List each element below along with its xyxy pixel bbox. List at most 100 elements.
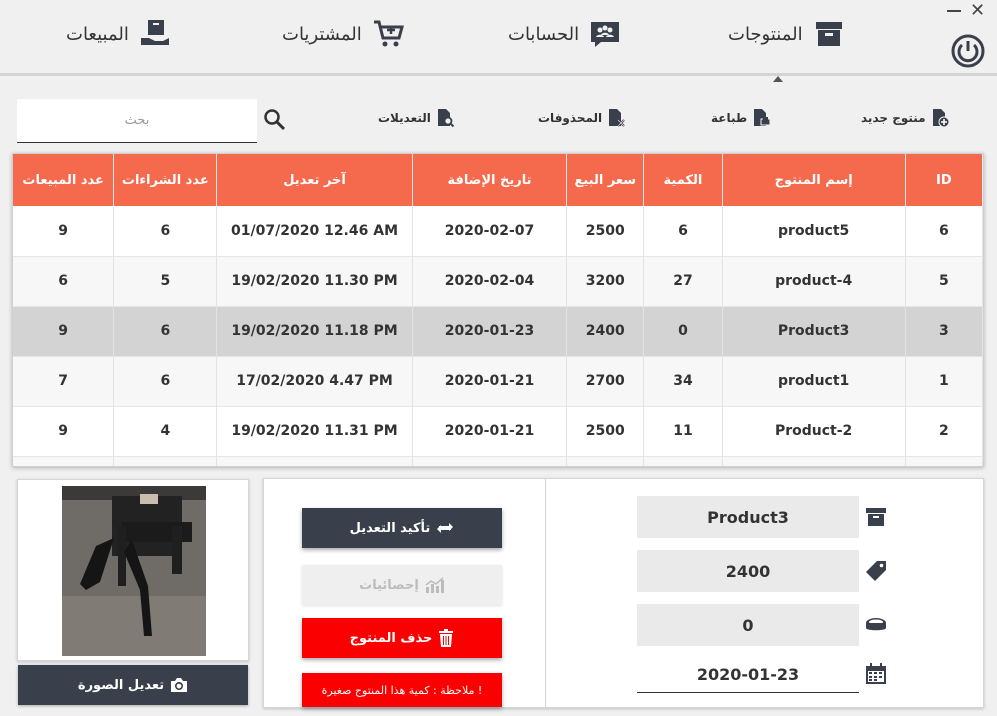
deleted-button[interactable]: المحذوفات [538,108,626,128]
table-cell: 6 [643,206,723,257]
table-cell: product5 [722,206,906,257]
table-cell: 11 [643,406,723,457]
toolbar: منتوج جديد طباعة المحذوفات التعديلات [0,86,997,146]
column-header[interactable]: ID [905,154,983,206]
price-field [637,550,859,592]
table-cell: 19/02/2020 11.30 PM [216,256,413,307]
table-cell: product1 [722,356,906,407]
column-header[interactable]: تاريخ الإضافة [412,154,568,206]
table-cell: 34 [643,356,723,407]
hand-box-icon [140,20,169,45]
table-row[interactable]: 7 6 17/02/2020 4.47 PM 2020-01-21 2700 3… [13,356,983,407]
confirm-edit-label: تأكيد التعديل [349,520,431,536]
delete-product-label: حذف المنتوج [349,630,433,646]
table-cell: 9 [13,406,115,457]
table-cell: product-4 [722,256,906,307]
table-cell: 0 [643,306,723,357]
column-header[interactable]: عدد المبيعات [13,154,115,206]
table-cell: 5 [905,256,983,307]
quantity-input[interactable] [637,604,859,646]
column-header[interactable]: آخر تعديل [216,154,413,206]
search-box [17,99,257,143]
minimize-button[interactable] [945,3,963,17]
table-cell [566,456,645,466]
cake-icon [866,618,886,631]
column-header[interactable]: عدد الشراءات [113,154,218,206]
close-button[interactable]: ✕ [970,2,985,20]
table-cell: 2020-01-21 [412,406,568,457]
file-search-icon [437,109,455,128]
table-cell [412,456,568,466]
file-x-icon [609,109,625,127]
nav-accounts[interactable]: الحسابات [508,14,621,54]
quantity-field [637,604,859,646]
cart-plus-icon [373,20,404,47]
date-input[interactable] [637,657,859,692]
table-cell: 17/02/2020 4.47 PM [216,356,413,407]
table-cell: 2500 [566,206,645,257]
calendar-icon[interactable] [864,662,888,686]
deleted-label: المحذوفات [538,111,603,125]
archive-box-icon [815,22,842,46]
table-cell: 01/07/2020 12.46 AM [216,206,413,257]
nav-sales[interactable]: المبيعات [66,14,171,54]
table-cell: 6 [113,206,218,257]
confirm-edit-button[interactable]: تأكيد التعديل [302,508,502,548]
table-row[interactable]: 9 4 19/02/2020 11.31 PM 2020-01-21 2500 … [13,406,983,457]
table-header-row: عدد المبيعات عدد الشراءات آخر تعديل تاري… [13,154,983,206]
table-cell: 2700 [566,356,645,407]
nav-products[interactable]: المنتوجات [728,14,845,54]
power-icon[interactable] [951,34,985,68]
table-cell: 27 [643,256,723,307]
bar-chart-icon [425,577,444,593]
table-cell: 3 [905,306,983,357]
print-button[interactable]: طباعة [711,108,771,128]
table-cell: 2020-02-07 [412,206,568,257]
statistics-button[interactable]: إحصائيات [302,565,502,605]
edits-label: التعديلات [378,111,431,125]
new-product-label: منتوج جديد [861,111,926,125]
new-product-button[interactable]: منتوج جديد [861,108,950,128]
edit-image-button[interactable]: تعديل الصورة [18,665,248,705]
product-name-input[interactable] [637,496,859,538]
table-row-selected[interactable]: 9 6 19/02/2020 11.18 PM 2020-01-23 2400 … [13,306,983,357]
table-cell: 2400 [566,306,645,357]
table-row-partial[interactable] [13,456,983,466]
table-cell: 2020-01-23 [412,306,568,357]
archive-box-icon [866,508,886,526]
table-cell: 9 [13,306,115,357]
table-cell [13,456,115,466]
product-edit-panel: تأكيد التعديل إحصائيات حذف المنتوج ملاحظ… [263,478,984,708]
search-icon[interactable] [263,108,287,132]
delete-product-button[interactable]: حذف المنتوج [302,618,502,658]
edit-image-label: تعديل الصورة [77,677,165,693]
table-row[interactable]: 6 5 19/02/2020 11.30 PM 2020-02-04 3200 … [13,256,983,307]
edits-button[interactable]: التعديلات [378,108,455,128]
date-field [637,657,859,693]
table-cell: 3200 [566,256,645,307]
camera-refresh-icon [171,678,188,692]
search-input[interactable] [17,99,257,142]
column-header[interactable]: سعر البيع [566,154,645,206]
table-cell: 2500 [566,406,645,457]
price-input[interactable] [637,550,859,592]
column-header[interactable]: الكمية [643,154,723,206]
nav-purchases-label: المشتريات [282,23,362,45]
table-row[interactable]: 9 6 01/07/2020 12.46 AM 2020-02-07 2500 … [13,206,983,257]
table-cell: 2020-01-21 [412,356,568,407]
product-image-panel [17,479,249,661]
table-cell: 1 [905,356,983,407]
table-cell: 6 [13,256,115,307]
top-nav-bar: المنتوجات الحسابات المشتريات المبيعات ✕ [0,0,997,82]
table-cell: 19/02/2020 11.31 PM [216,406,413,457]
nav-purchases[interactable]: المشتريات [282,14,404,54]
table-cell: 6 [113,306,218,357]
file-plus-icon [932,109,950,128]
product-name-field [637,496,859,538]
active-tab-pointer [773,76,783,82]
table-cell: Product3 [722,306,906,357]
table-cell [216,456,413,466]
column-header[interactable]: إسم المنتوج [722,154,906,206]
price-tag-icon [866,561,886,581]
nav-products-label: المنتوجات [728,23,803,45]
